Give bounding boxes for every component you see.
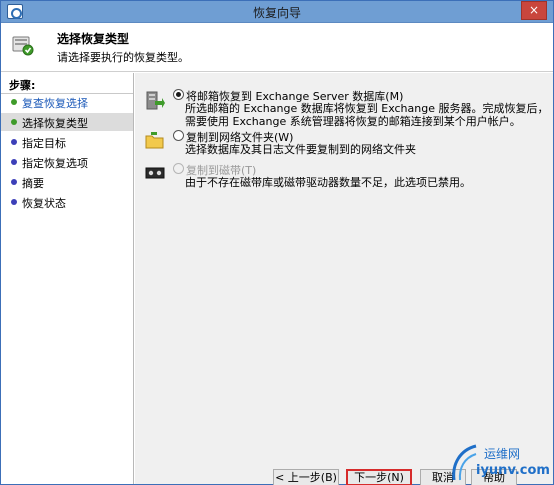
copy-to-tape-description: 由于不存在磁带库或磁带驱动器数量不足，此选项已禁用。 (185, 176, 471, 189)
recovery-wizard-window: 恢复向导 × 选择恢复类型 请选择要执行的恢复类型。 步骤: 复查恢复选择 选择… (0, 0, 554, 485)
close-button[interactable]: × (521, 1, 547, 20)
title-bar: 恢复向导 × (1, 1, 553, 23)
recovery-type-icon (12, 36, 34, 56)
option-copy-to-tape: 复制到磁带(T) 由于不存在磁带库或磁带驱动器数量不足，此选项已禁用。 (135, 160, 553, 192)
step-label: 选择恢复类型 (22, 117, 88, 130)
page-subtitle: 请选择要执行的恢复类型。 (57, 51, 189, 64)
step-label: 指定恢复选项 (22, 157, 88, 170)
step-status-dot (11, 119, 17, 125)
wizard-header: 选择恢复类型 请选择要执行的恢复类型。 (1, 24, 553, 72)
step-label: 指定目标 (22, 137, 66, 150)
option-copy-to-network-folder: 复制到网络文件夹(W) 选择数据库及其日志文件要复制到的网络文件夹 (135, 127, 553, 159)
copy-to-tape-radio (173, 163, 184, 174)
watermark-text-cn: 运维网 (484, 447, 521, 461)
site-watermark: 运维网 iyunv.com (448, 442, 553, 484)
tape-drive-icon (145, 167, 165, 179)
back-button[interactable]: < 上一步(B) (273, 469, 339, 485)
options-pane: 将邮箱恢复到 Exchange Server 数据库(M) 所选邮箱的 Exch… (135, 73, 553, 461)
step-recovery-status[interactable]: 恢复状态 (1, 193, 133, 211)
option-recover-to-exchange: 将邮箱恢复到 Exchange Server 数据库(M) 所选邮箱的 Exch… (135, 85, 553, 128)
copy-to-network-folder-description: 选择数据库及其日志文件要复制到的网络文件夹 (185, 143, 416, 156)
step-status-dot (11, 199, 17, 205)
step-label: 复查恢复选择 (22, 97, 88, 110)
page-title: 选择恢复类型 (57, 32, 130, 46)
step-specify-options[interactable]: 指定恢复选项 (1, 153, 133, 171)
step-label: 恢复状态 (22, 197, 66, 210)
step-label: 摘要 (22, 177, 44, 190)
step-status-dot (11, 139, 17, 145)
step-review-selection[interactable]: 复查恢复选择 (1, 93, 133, 111)
steps-title: 步骤: (9, 79, 36, 92)
step-summary[interactable]: 摘要 (1, 173, 133, 191)
window-title: 恢复向导 (252, 6, 301, 20)
step-status-dot (11, 99, 17, 105)
network-folder-icon (145, 132, 164, 149)
step-status-dot (11, 179, 17, 185)
next-button[interactable]: 下一步(N) > (346, 469, 412, 485)
recover-to-exchange-radio[interactable] (173, 89, 184, 100)
recover-to-exchange-description: 所选邮箱的 Exchange 数据库将恢复到 Exchange 服务器。完成恢复… (185, 102, 549, 128)
steps-pane: 步骤: 复查恢复选择 选择恢复类型 指定目标 指定恢复选项 摘要 恢复状态 (1, 73, 134, 484)
exchange-server-icon (146, 91, 165, 110)
step-select-recovery-type[interactable]: 选择恢复类型 (1, 113, 133, 131)
watermark-text-domain: iyunv.com (476, 463, 550, 478)
step-specify-target[interactable]: 指定目标 (1, 133, 133, 151)
step-status-dot (11, 159, 17, 165)
copy-to-network-folder-radio[interactable] (173, 130, 184, 141)
